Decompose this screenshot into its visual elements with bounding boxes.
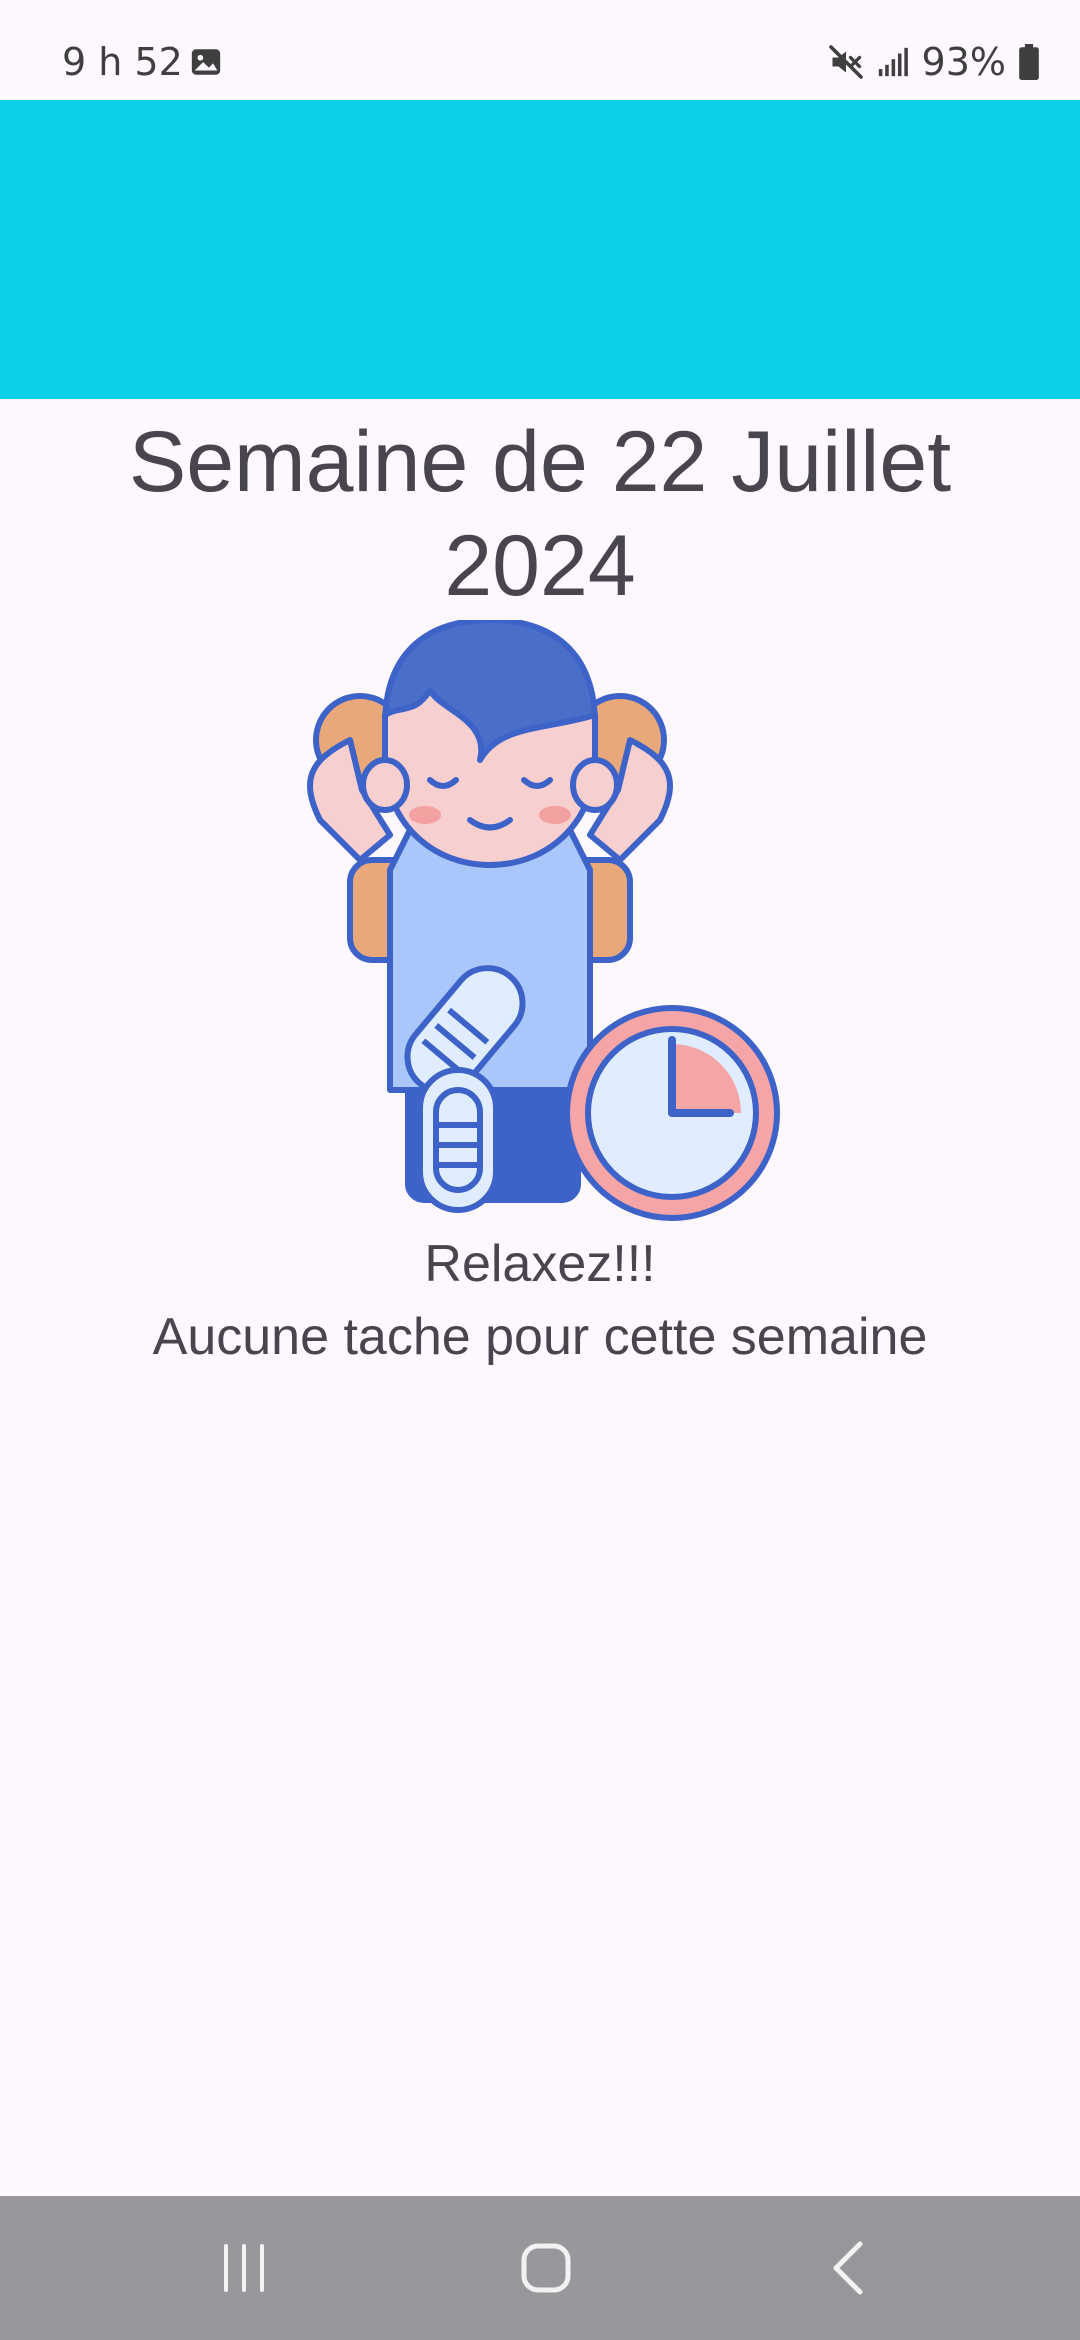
status-time: 9 h 52 (62, 40, 183, 84)
relaxing-person-illustration (307, 620, 780, 1221)
empty-state-message: Aucune tache pour cette semaine (152, 1308, 928, 1366)
app-bar (0, 100, 1080, 399)
home-button[interactable] (446, 2196, 646, 2340)
status-bar: 9 h 52 93% (0, 0, 1080, 100)
recent-apps-button[interactable] (144, 2196, 344, 2340)
battery-icon (1019, 44, 1039, 80)
page-title: Semaine de 22 Juillet 2024 (128, 414, 952, 614)
mute-icon (828, 45, 863, 79)
back-button[interactable] (750, 2196, 950, 2340)
system-navigation-bar (0, 2196, 1080, 2340)
status-icons: 93% (828, 38, 1040, 86)
battery-percentage: 93% (921, 40, 1006, 84)
recent-apps-icon (224, 2244, 264, 2292)
home-icon (521, 2243, 571, 2293)
gallery-icon (191, 49, 221, 75)
back-icon (833, 2241, 863, 2295)
signal-icon (878, 47, 908, 77)
empty-state-title: Relaxez!!! (424, 1235, 656, 1293)
